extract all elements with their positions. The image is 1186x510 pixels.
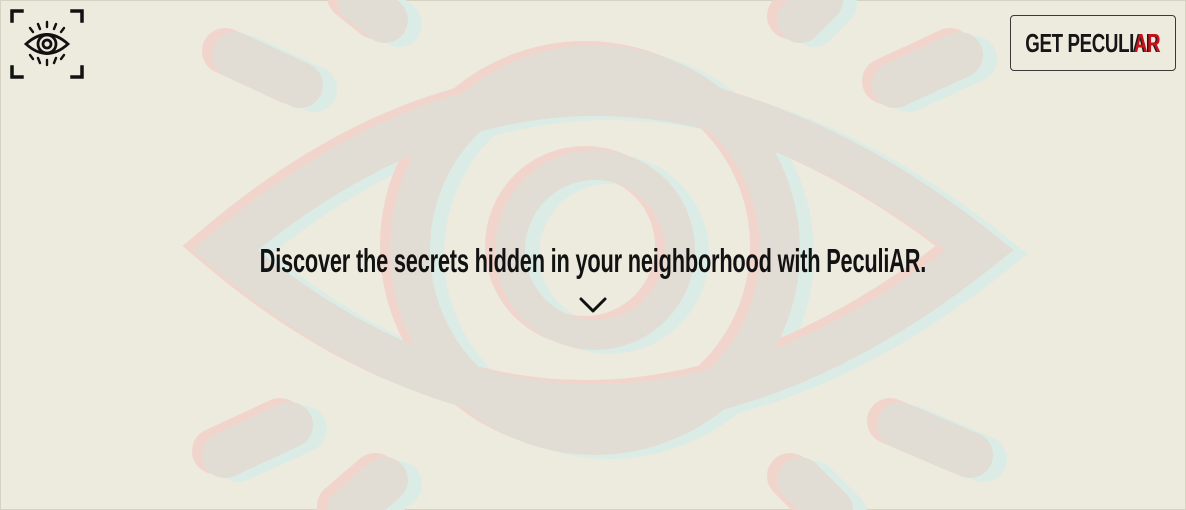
cta-label-accent: AR <box>1134 27 1161 58</box>
get-peculiar-label: GET PECULIAR <box>1025 28 1160 59</box>
get-peculiar-button[interactable]: GET PECULIAR <box>1010 15 1176 71</box>
hero-headline: Discover the secrets hidden in your neig… <box>259 242 927 279</box>
chevron-down-icon[interactable] <box>579 294 607 316</box>
cta-label-main: GET PECULI <box>1025 27 1135 58</box>
logo-eye-icon[interactable] <box>8 7 86 81</box>
hero-section: Discover the secrets hidden in your neig… <box>0 236 1186 286</box>
